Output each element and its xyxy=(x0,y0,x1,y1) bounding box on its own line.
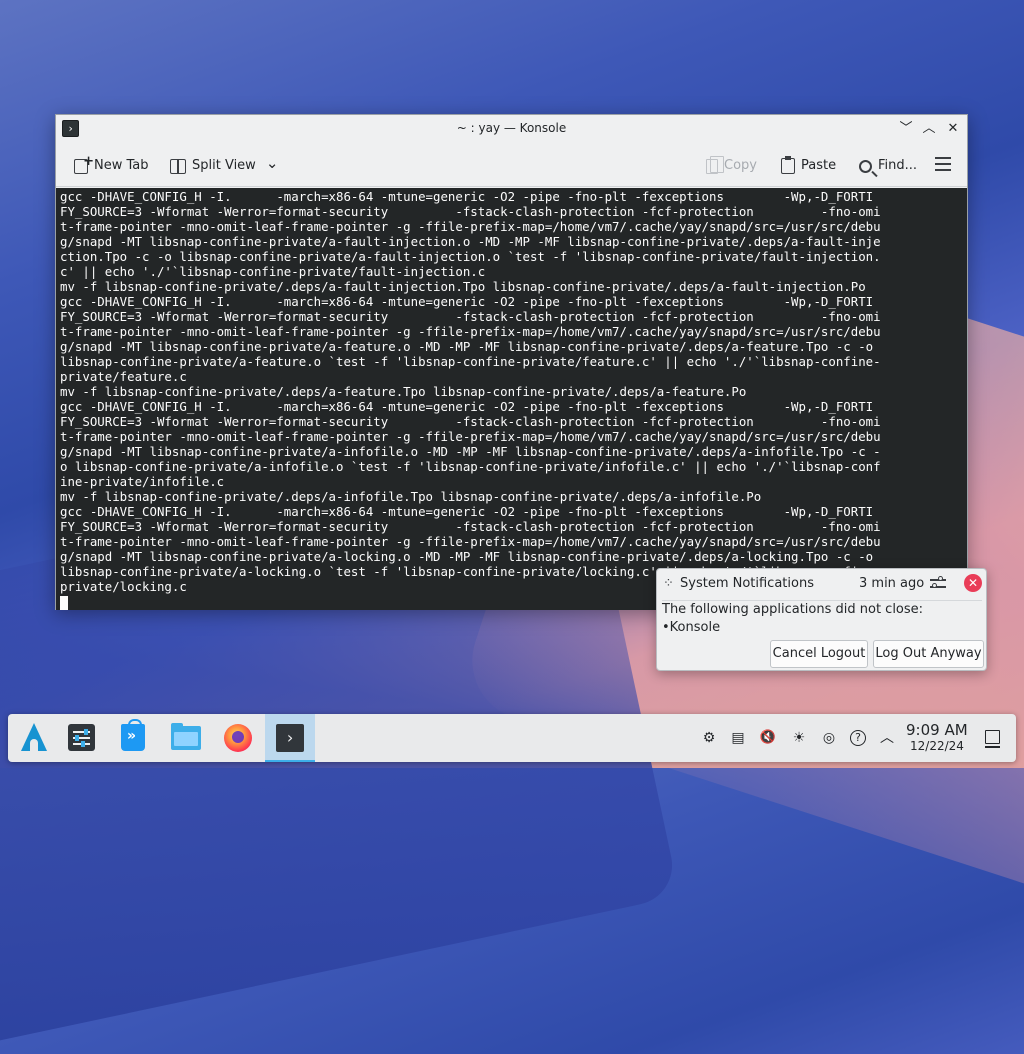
terminal-line: t-frame-pointer -mno-omit-leaf-frame-poi… xyxy=(60,534,881,549)
updates-icon[interactable]: ◎ xyxy=(820,729,838,747)
terminal-line: c' || echo './'`libsnap-confine-private/… xyxy=(60,264,486,279)
split-view-icon xyxy=(170,158,186,174)
search-icon xyxy=(859,159,872,173)
terminal-line: FY_SOURCE=3 -Wformat -Werror=format-secu… xyxy=(60,204,881,219)
new-tab-label: New Tab xyxy=(94,158,149,173)
notification-app-icon: ⁘ xyxy=(663,576,674,591)
copy-label: Copy xyxy=(724,158,757,173)
terminal-line: gcc -DHAVE_CONFIG_H -I. -march=x86-64 -m… xyxy=(60,189,874,204)
file-manager-icon xyxy=(171,723,201,750)
terminal-lines: gcc -DHAVE_CONFIG_H -I. -march=x86-64 -m… xyxy=(60,189,963,594)
task-konsole[interactable]: › xyxy=(265,714,315,762)
taskbar-panel: › ⚙ ▤ 🔇 ☀ ◎ ? ︿ 9:09 AM 12/22/24 xyxy=(8,714,1016,762)
notification-body: The following applications did not close… xyxy=(662,601,923,637)
clipboard-icon[interactable]: ▤ xyxy=(729,729,747,747)
copy-button[interactable]: Copy xyxy=(706,155,757,177)
terminal-line: t-frame-pointer -mno-omit-leaf-frame-poi… xyxy=(60,324,881,339)
terminal-line: libsnap-confine-private/a-feature.o `tes… xyxy=(60,354,881,369)
new-tab-button[interactable]: New Tab xyxy=(74,151,149,177)
terminal-line: g/snapd -MT libsnap-confine-private/a-fe… xyxy=(60,339,874,354)
notification-time: 3 min ago xyxy=(859,576,925,591)
tray-expand-icon[interactable]: ︿ xyxy=(878,729,896,747)
terminal-line: ction.Tpo -c -o libsnap-confine-private/… xyxy=(60,249,881,264)
show-desktop-icon[interactable] xyxy=(984,730,1000,748)
find-label: Find... xyxy=(878,158,918,173)
notification-popup: ⁘ System Notifications 3 min ago ✕ The f… xyxy=(656,568,987,671)
minimize-button[interactable]: ﹀ xyxy=(896,119,916,139)
notification-header: ⁘ System Notifications 3 min ago ✕ xyxy=(657,569,986,599)
new-tab-icon xyxy=(74,151,94,174)
notification-app-name: System Notifications xyxy=(680,576,814,591)
discover-icon xyxy=(121,719,145,751)
copy-icon xyxy=(706,155,724,174)
clock-time[interactable]: 9:09 AM xyxy=(906,721,968,739)
paste-icon xyxy=(781,156,795,174)
application-launcher-button[interactable] xyxy=(8,714,58,762)
cancel-logout-button[interactable]: Cancel Logout xyxy=(770,640,868,668)
terminal-line: gcc -DHAVE_CONFIG_H -I. -march=x86-64 -m… xyxy=(60,399,874,414)
terminal-line: g/snapd -MT libsnap-confine-private/a-lo… xyxy=(60,549,874,564)
terminal-cursor xyxy=(60,596,68,610)
paste-button[interactable]: Paste xyxy=(781,155,836,177)
terminal-output[interactable]: gcc -DHAVE_CONFIG_H -I. -march=x86-64 -m… xyxy=(56,188,967,610)
terminal-line: gcc -DHAVE_CONFIG_H -I. -march=x86-64 -m… xyxy=(60,294,874,309)
close-window-button[interactable]: ✕ xyxy=(943,119,963,139)
task-file-manager[interactable] xyxy=(160,714,210,762)
notification-settings-icon[interactable] xyxy=(928,573,948,593)
terminal-line: o libsnap-confine-private/a-infofile.o `… xyxy=(60,459,881,474)
title-bar[interactable]: › ~ : yay — Konsole ﹀ ︿ ✕ xyxy=(56,115,967,143)
terminal-line: t-frame-pointer -mno-omit-leaf-frame-poi… xyxy=(60,429,881,444)
terminal-line: t-frame-pointer -mno-omit-leaf-frame-poi… xyxy=(60,219,881,234)
maximize-button[interactable]: ︿ xyxy=(919,119,939,139)
notification-item: •Konsole xyxy=(662,620,721,635)
konsole-icon: › xyxy=(276,724,304,752)
chevron-down-icon: ⌄ xyxy=(265,154,279,172)
terminal-line: mv -f libsnap-confine-private/.deps/a-in… xyxy=(60,489,762,504)
terminal-line: private/feature.c xyxy=(60,369,187,384)
close-notification-icon[interactable]: ✕ xyxy=(964,574,982,592)
task-discover[interactable] xyxy=(108,714,158,762)
terminal-line: gcc -DHAVE_CONFIG_H -I. -march=x86-64 -m… xyxy=(60,504,874,519)
firefox-icon xyxy=(224,724,252,752)
terminal-line: FY_SOURCE=3 -Wformat -Werror=format-secu… xyxy=(60,309,881,324)
window-title: ~ : yay — Konsole xyxy=(456,121,567,135)
terminal-line: FY_SOURCE=3 -Wformat -Werror=format-secu… xyxy=(60,414,881,429)
arch-launcher-icon xyxy=(21,723,47,751)
volume-muted-icon[interactable]: 🔇 xyxy=(759,729,777,747)
konsole-window: › ~ : yay — Konsole ﹀ ︿ ✕ New Tab Split … xyxy=(55,114,968,610)
terminal-line: g/snapd -MT libsnap-confine-private/a-in… xyxy=(60,444,881,459)
paste-label: Paste xyxy=(801,158,837,173)
brightness-icon[interactable]: ☀ xyxy=(790,729,808,747)
task-system-settings[interactable] xyxy=(56,714,106,762)
help-icon[interactable]: ? xyxy=(850,730,866,746)
split-view-button[interactable]: Split View ⌄ xyxy=(170,154,279,177)
terminal-line: ine-private/infofile.c xyxy=(60,474,225,489)
network-icon[interactable]: ⚙ xyxy=(700,729,718,747)
log-out-anyway-button[interactable]: Log Out Anyway xyxy=(873,640,984,668)
terminal-line: g/snapd -MT libsnap-confine-private/a-fa… xyxy=(60,234,881,249)
hamburger-menu-icon[interactable] xyxy=(935,157,951,175)
terminal-line: FY_SOURCE=3 -Wformat -Werror=format-secu… xyxy=(60,519,881,534)
task-firefox[interactable] xyxy=(212,714,262,762)
toolbar: New Tab Split View ⌄ Copy Paste Find... xyxy=(56,143,967,187)
clock-date[interactable]: 12/22/24 xyxy=(910,739,964,753)
split-view-label: Split View xyxy=(192,158,256,173)
terminal-line: mv -f libsnap-confine-private/.deps/a-fe… xyxy=(60,384,747,399)
system-settings-icon xyxy=(68,724,95,751)
terminal-line: mv -f libsnap-confine-private/.deps/a-fa… xyxy=(60,279,866,294)
notification-message: The following applications did not close… xyxy=(662,602,924,617)
find-button[interactable]: Find... xyxy=(859,155,917,177)
